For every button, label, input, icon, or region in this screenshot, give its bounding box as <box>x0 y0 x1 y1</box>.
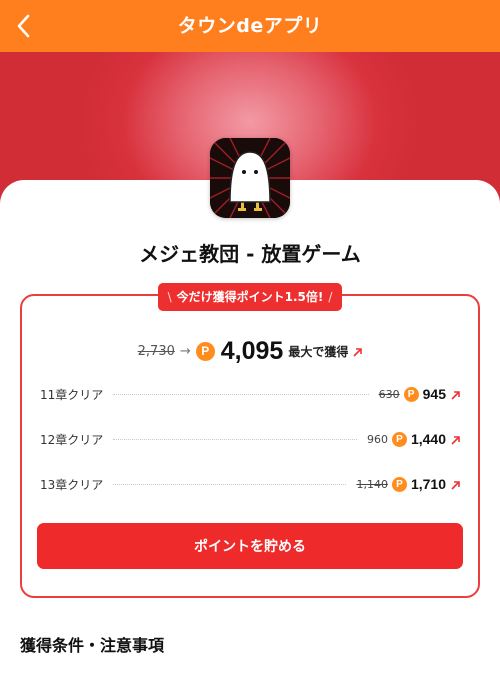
point-coin-icon: P <box>391 476 407 492</box>
dotted-divider <box>113 438 357 440</box>
promo-slash-right: / <box>328 290 333 304</box>
reward-new-points: 1,710 <box>410 476 446 492</box>
ghost-app-icon <box>210 138 290 218</box>
app-title: メジェ教団 - 放置ゲーム <box>139 242 361 266</box>
arrow-up-right-icon <box>451 475 460 494</box>
dotted-divider <box>113 393 369 395</box>
promo-badge: \ 今だけ獲得ポイント1.5倍! / <box>158 283 342 311</box>
promo-slash-left: \ <box>167 290 172 304</box>
total-points-row: 2,730 → P 4,095 最大で獲得 <box>0 336 500 366</box>
earn-points-button[interactable]: ポイントを貯める <box>37 523 463 569</box>
reward-label: 12章クリア <box>40 432 104 447</box>
conditions-heading: 獲得条件・注意事項 <box>20 636 165 655</box>
point-coin-icon: P <box>403 386 419 402</box>
promo-text: 今だけ獲得ポイント1.5倍! <box>176 290 324 304</box>
reward-row: 12章クリア 960 P 1,440 <box>40 429 460 449</box>
top-bar: タウンdeアプリ <box>0 0 500 52</box>
dotted-divider <box>113 483 347 485</box>
arrow-up-right-icon <box>353 342 363 361</box>
point-coin-icon: P <box>195 341 215 361</box>
reward-label: 13章クリア <box>40 477 104 492</box>
reward-row: 13章クリア 1,140 P 1,710 <box>40 474 460 494</box>
reward-new-points: 945 <box>422 386 446 402</box>
total-note: 最大で獲得 <box>288 344 349 359</box>
new-total-points: 4,095 <box>220 336 284 365</box>
old-total-points: 2,730 <box>137 343 175 359</box>
arrow-up-right-icon <box>451 385 460 404</box>
reward-old-points: 960 <box>366 432 388 446</box>
point-coin-icon: P <box>391 431 407 447</box>
reward-old-points: 1,140 <box>356 477 388 491</box>
reward-new-points: 1,440 <box>410 431 446 447</box>
reward-old-points: 630 <box>378 387 400 401</box>
arrow-right-icon: → <box>179 343 191 359</box>
page-title: タウンdeアプリ <box>177 15 323 37</box>
reward-label: 11章クリア <box>40 387 104 402</box>
arrow-up-right-icon <box>451 430 460 449</box>
reward-row: 11章クリア 630 P 945 <box>40 384 460 404</box>
